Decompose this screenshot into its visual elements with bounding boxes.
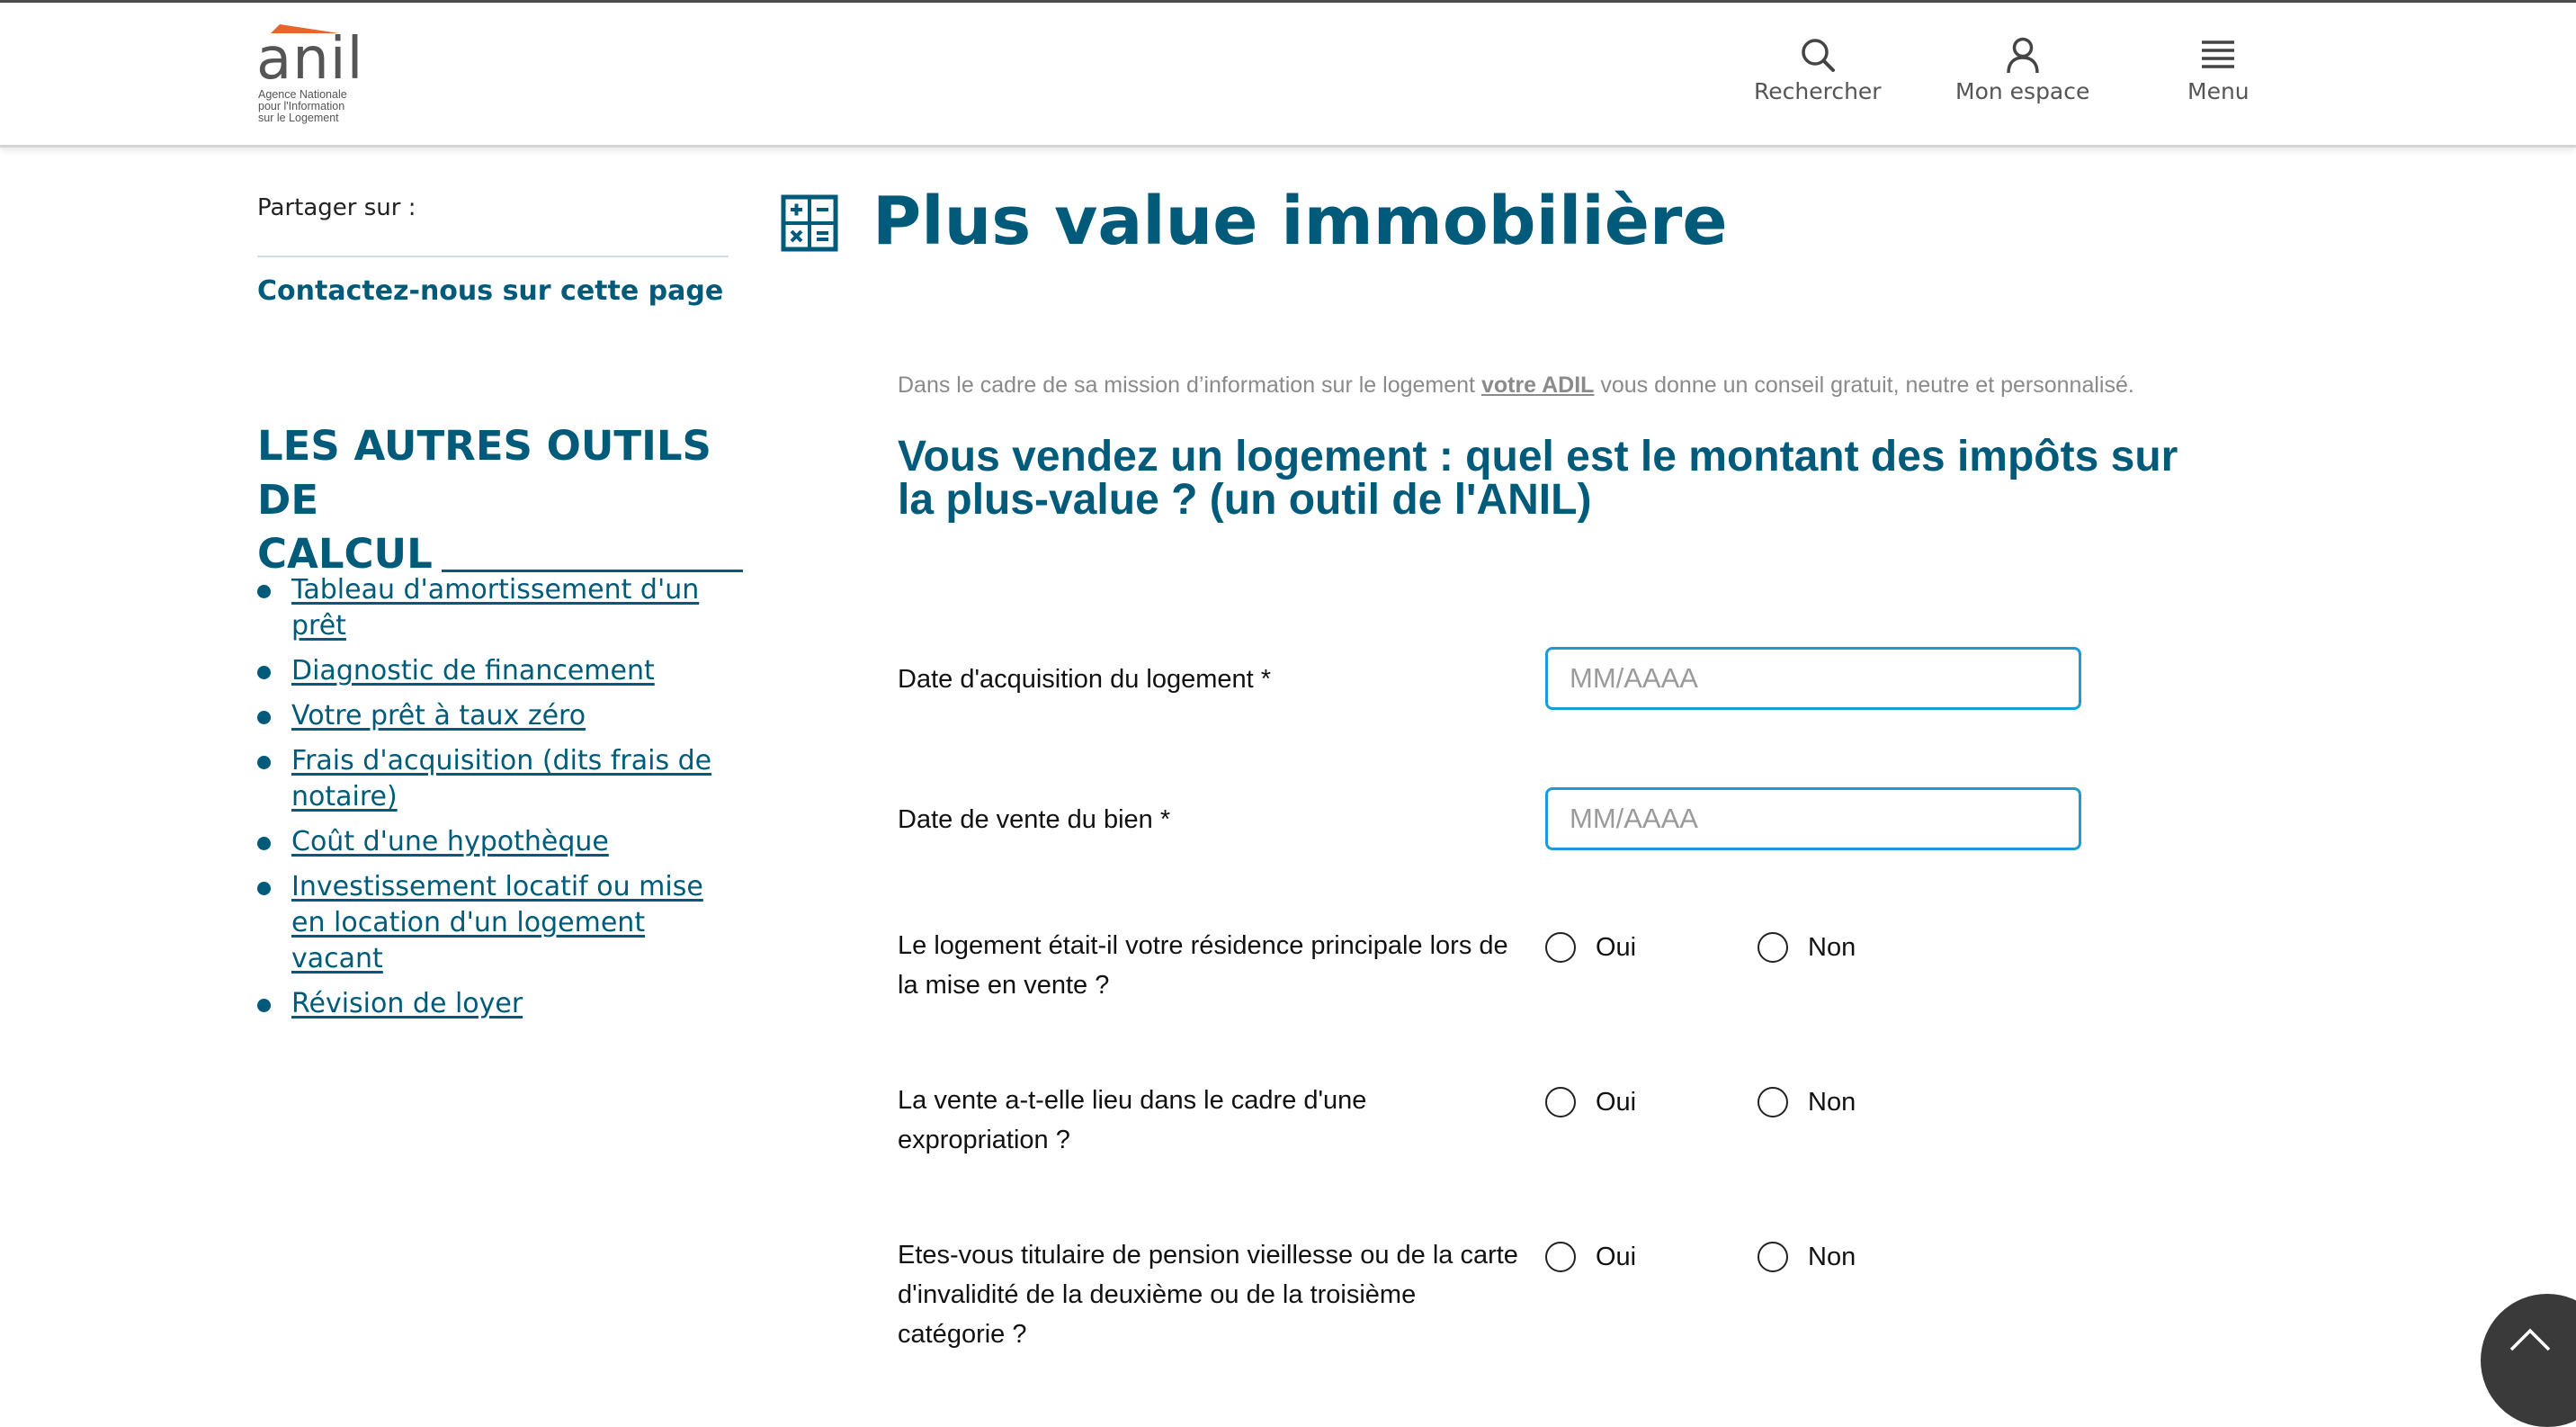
other-tools-title: LES AUTRES OUTILS DE CALCUL <box>257 419 761 581</box>
menu-icon <box>2202 40 2235 68</box>
search-icon <box>1802 39 1835 72</box>
search-label: Rechercher <box>1754 78 1882 104</box>
menu-label: Menu <box>2187 78 2250 104</box>
radio-circle-icon <box>1545 932 1576 963</box>
share-label: Partager sur : <box>257 194 416 221</box>
divider <box>257 256 729 257</box>
radio-label: Non <box>1808 1242 1856 1271</box>
radio-circle-icon <box>1545 1242 1576 1272</box>
menu-button[interactable]: Menu <box>2187 35 2250 104</box>
contact-link[interactable]: Contactez-nous sur cette page <box>257 275 723 307</box>
list-item: Révision de loyer <box>257 986 734 1022</box>
acquisition-date-label: Date d'acquisition du logement * <box>898 665 1272 694</box>
form-title: Vous vendez un logement : quel est le mo… <box>898 433 2178 524</box>
logo-word: anil <box>256 26 364 93</box>
radio-label: Oui <box>1596 1242 1637 1271</box>
list-item: Investissement locatif ou mise en locati… <box>257 869 734 977</box>
intro-text-end: vous donne un conseil gratuit, neutre et… <box>1594 372 2134 398</box>
main-residence-yes-radio[interactable]: Oui <box>1545 932 1636 963</box>
scroll-to-top-button[interactable] <box>2481 1294 2576 1427</box>
pension-question: Etes-vous titulaire de pension vieilless… <box>898 1241 1518 1349</box>
list-item: Diagnostic de financement <box>257 653 734 689</box>
chevron-up-icon <box>2509 1328 2551 1351</box>
pension-no-radio[interactable]: Non <box>1758 1242 1856 1272</box>
tool-link[interactable]: Coût d'une hypothèque <box>291 826 609 857</box>
sale-date-input[interactable] <box>1545 787 2081 850</box>
expropriation-yes-radio[interactable]: Oui <box>1545 1087 1636 1117</box>
expropriation-question: La vente a-t-elle lieu dans le cadre d'u… <box>898 1086 1367 1154</box>
tool-link[interactable]: Tableau d'amortissement d'un prêt <box>291 574 699 642</box>
search-button[interactable]: Rechercher <box>1754 35 1882 104</box>
intro-text-start: Dans le cadre de sa mission d’informatio… <box>898 372 1481 398</box>
page-title: Plus value immobilière <box>872 183 1728 260</box>
anil-logo[interactable]: anil Agence Nationale pour l'Information… <box>256 22 364 130</box>
pension-yes-radio[interactable]: Oui <box>1545 1242 1636 1272</box>
sale-date-label: Date de vente du bien * <box>898 805 1171 834</box>
radio-label: Non <box>1808 1087 1856 1117</box>
list-item: Frais d'acquisition (dits frais de notai… <box>257 743 734 815</box>
radio-circle-icon <box>1545 1087 1576 1117</box>
list-item: Tableau d'amortissement d'un prêt <box>257 572 734 644</box>
radio-label: Non <box>1808 932 1856 962</box>
tool-link[interactable]: Investissement locatif ou mise en locati… <box>291 871 703 974</box>
site-header: anil Agence Nationale pour l'Information… <box>0 3 2576 148</box>
radio-circle-icon <box>1758 932 1788 963</box>
tool-link[interactable]: Frais d'acquisition (dits frais de notai… <box>291 745 711 812</box>
main-residence-question: Le logement était-il votre résidence pri… <box>898 931 1508 1000</box>
main-residence-no-radio[interactable]: Non <box>1758 932 1856 963</box>
my-space-button[interactable]: Mon espace <box>1955 35 2089 104</box>
list-item: Coût d'une hypothèque <box>257 824 734 860</box>
expropriation-no-radio[interactable]: Non <box>1758 1087 1856 1117</box>
tool-link[interactable]: Diagnostic de financement <box>291 655 655 687</box>
intro-text: Dans le cadre de sa mission d’informatio… <box>898 372 2134 399</box>
list-item: Votre prêt à taux zéro <box>257 698 734 734</box>
my-space-label: Mon espace <box>1955 78 2090 104</box>
acquisition-date-input[interactable] <box>1545 647 2081 710</box>
other-tools-title-line1: LES AUTRES OUTILS DE <box>257 422 711 524</box>
user-icon <box>2006 37 2039 74</box>
adil-link[interactable]: votre ADIL <box>1481 372 1594 398</box>
logo-tagline-line: sur le Logement <box>258 112 339 124</box>
other-tools-list: Tableau d'amortissement d'un prêt Diagno… <box>257 572 734 1031</box>
radio-label: Oui <box>1596 1087 1637 1117</box>
tool-link[interactable]: Révision de loyer <box>291 988 523 1019</box>
radio-label: Oui <box>1596 932 1637 962</box>
tool-link[interactable]: Votre prêt à taux zéro <box>291 700 586 731</box>
logo-tagline: Agence Nationale pour l'Information sur … <box>258 89 347 124</box>
radio-circle-icon <box>1758 1087 1788 1117</box>
radio-circle-icon <box>1758 1242 1788 1272</box>
calculator-icon <box>781 194 838 252</box>
